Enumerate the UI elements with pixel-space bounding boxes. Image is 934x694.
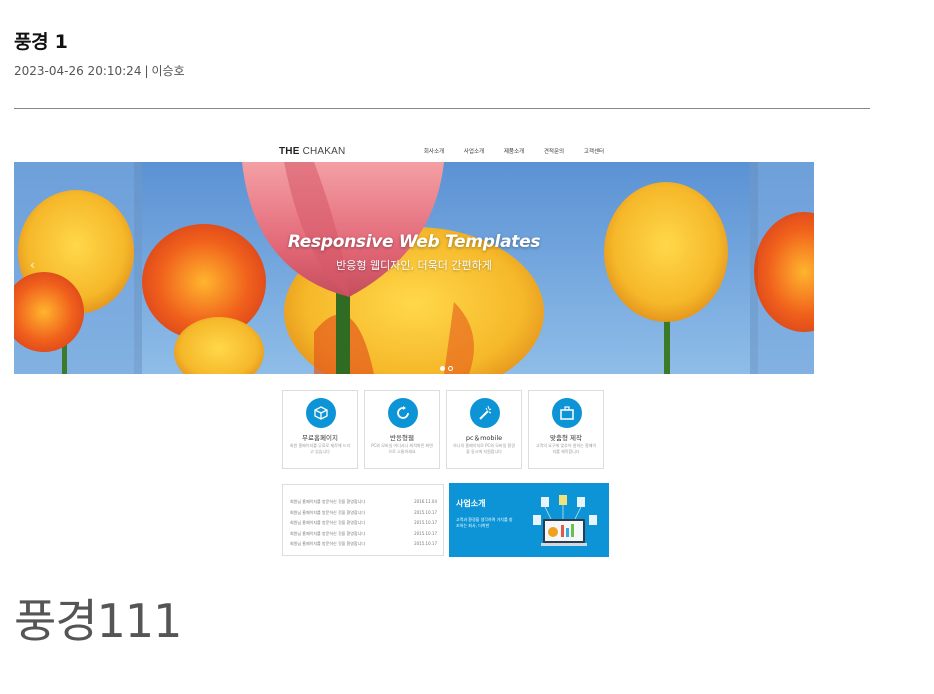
- site-logo: THE CHAKAN: [279, 146, 345, 157]
- business-desc: 고객과 환경을 생각하며 가치를 창조하는 회사, 더착한: [456, 517, 513, 528]
- feature-desc: 회원 홈페이지를 무료로 제작해 드리고 있습니다: [289, 443, 351, 454]
- site-logo-bold: THE: [279, 146, 300, 157]
- news-row: 회원님 홈페이지를 방문하신 것을 환영합니다 2015.10.17: [283, 520, 443, 531]
- feature-desc: PC와 모바일 어디서나 최적화된 화면으로 소통하세요: [371, 443, 433, 454]
- news-text: 회원님 홈페이지를 방문하신 것을 환영합니다: [290, 530, 366, 536]
- content-heading: 풍경111: [14, 594, 182, 648]
- news-text: 회원님 홈페이지를 방문하신 것을 환영합니다: [290, 541, 366, 546]
- news-list: 회원님 홈페이지를 방문하신 것을 환영합니다 2016.11.04 회원님 홈페…: [282, 484, 444, 556]
- slider-dot-active[interactable]: [440, 366, 445, 371]
- post-title: 풍경 1: [14, 31, 68, 53]
- news-text: 회원님 홈페이지를 방문하신 것을 환영합니다: [290, 509, 366, 515]
- nav-item: 제품소개: [503, 149, 525, 155]
- hero-subtitle: 반응형 웹디자인, 더욱더 간편하게: [336, 259, 492, 272]
- feature-name: 무료홈페이지: [302, 434, 338, 442]
- feature-name: 맞춤형 제작: [550, 434, 582, 442]
- feature-desc: 하나의 홈페이지로 PC와 모바일 환경을 동시에 지원합니다: [453, 443, 515, 454]
- hero-banner: ‹ Responsive Web Templates 반응형 웹디자인, 더욱더…: [14, 162, 814, 374]
- slider-dot[interactable]: [448, 366, 453, 371]
- nav-item: 사업소개: [463, 149, 485, 155]
- post-date: 2023-04-26 20:10:24: [14, 64, 142, 78]
- feature-box: 맞춤형 제작 고객의 요구에 맞추어 원하는 홈페이지를 제작합니다: [528, 390, 604, 469]
- hero-title: Responsive Web Templates: [287, 232, 541, 252]
- devices-illustration: [533, 495, 597, 546]
- business-title: 사업소개: [456, 499, 486, 508]
- news-date: 2015.10.17: [414, 541, 437, 546]
- business-banner: 사업소개 고객과 환경을 생각하며 가치를 창조하는 회사, 더착한: [449, 483, 609, 557]
- refresh-icon: [388, 398, 418, 428]
- feature-name: 반응형웹: [390, 434, 414, 442]
- news-date: 2016.11.04: [414, 499, 437, 504]
- feature-box: 무료홈페이지 회원 홈페이지를 무료로 제작해 드리고 있습니다: [282, 390, 358, 469]
- news-date: 2015.10.17: [414, 530, 437, 536]
- feature-box: 반응형웹 PC와 모바일 어디서나 최적화된 화면으로 소통하세요: [364, 390, 440, 469]
- news-row: 회원님 홈페이지를 방문하신 것을 환영합니다 2015.10.17: [283, 510, 443, 521]
- news-date: 2015.10.17: [414, 509, 437, 515]
- nav-item: 견적문의: [543, 149, 565, 155]
- meta-separator: |: [144, 64, 149, 78]
- feature-name: pc＆mobile: [465, 434, 503, 442]
- feature-desc: 고객의 요구에 맞추어 원하는 홈페이지를 제작합니다: [535, 443, 597, 454]
- post-author[interactable]: 이승호: [152, 64, 185, 78]
- title-divider: [14, 108, 870, 109]
- news-date: 2015.10.17: [414, 520, 437, 525]
- slider-dots: [440, 366, 453, 371]
- nav-item: 고객센터: [583, 149, 605, 155]
- cube-icon: [306, 398, 336, 428]
- news-text: 회원님 홈페이지를 방문하신 것을 환영합니다: [290, 499, 366, 504]
- feature-box: pc＆mobile 하나의 홈페이지로 PC와 모바일 환경을 동시에 지원합니…: [446, 390, 522, 469]
- embedded-website-screenshot: THE CHAKAN 회사소개 사업소개 제품소개 견적문의 고객센터 ‹ Re…: [14, 134, 814, 560]
- news-row: 회원님 홈페이지를 방문하신 것을 환영합니다 2016.11.04: [283, 499, 443, 510]
- news-row: 회원님 홈페이지를 방문하신 것을 환영합니다 2015.10.17: [283, 531, 443, 542]
- post-meta: 2023-04-26 20:10:24 | 이승호: [14, 62, 185, 79]
- site-nav: 회사소개 사업소개 제품소개 견적문의 고객센터: [414, 147, 614, 155]
- news-row: 회원님 홈페이지를 방문하신 것을 환영합니다 2015.10.17: [283, 541, 443, 552]
- briefcase-icon: [552, 398, 582, 428]
- news-text: 회원님 홈페이지를 방문하신 것을 환영합니다: [290, 520, 366, 525]
- feature-boxes: 무료홈페이지 회원 홈페이지를 무료로 제작해 드리고 있습니다 반응형웹 PC…: [282, 390, 604, 469]
- magic-wand-icon: [470, 398, 500, 428]
- nav-item: 회사소개: [423, 149, 445, 155]
- site-logo-light: CHAKAN: [302, 146, 346, 157]
